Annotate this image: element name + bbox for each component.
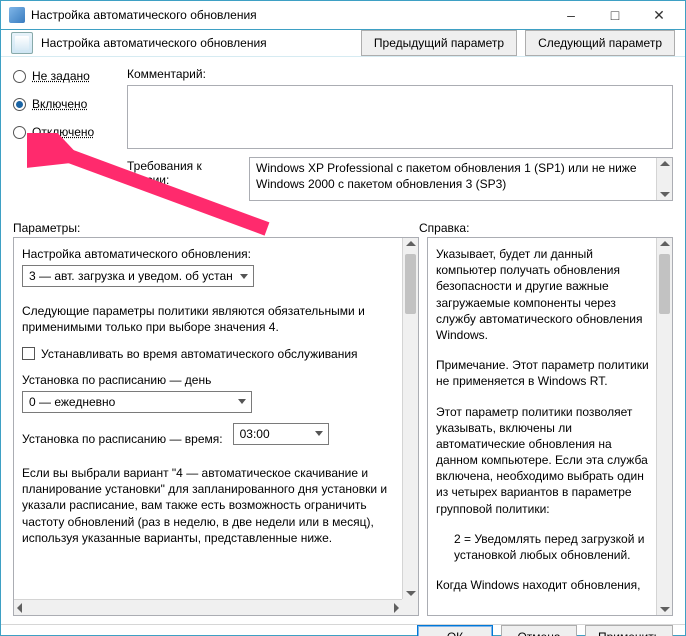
params-content: Настройка автоматического обновления: 3 … xyxy=(14,238,418,615)
schedule-day-combo[interactable]: 0 — ежедневно xyxy=(22,391,252,413)
window-controls: – □ ✕ xyxy=(549,1,681,29)
help-panel: Указывает, будет ли данный компьютер пол… xyxy=(427,237,673,616)
panels: Настройка автоматического обновления: 3 … xyxy=(13,237,673,616)
chevron-down-icon xyxy=(235,266,253,286)
help-option-2: 2 = Уведомлять перед загрузкой и установ… xyxy=(436,531,650,563)
schedule-time-label: Установка по расписанию — время: xyxy=(22,431,223,447)
radio-not-configured[interactable]: Не задано xyxy=(13,69,109,83)
scrollbar-thumb[interactable] xyxy=(659,254,670,314)
help-p2: Примечание. Этот параметр политики не пр… xyxy=(436,357,650,389)
radio-icon xyxy=(13,126,26,139)
dialog-footer: ОК Отмена Применить xyxy=(1,624,685,636)
minimize-button[interactable]: – xyxy=(549,1,593,29)
help-p3: Этот параметр политики позволяет указыва… xyxy=(436,404,650,517)
window-title: Настройка автоматического обновления xyxy=(31,8,549,22)
checkbox-label: Устанавливать во время автоматического о… xyxy=(41,346,358,362)
help-content: Указывает, будет ли данный компьютер пол… xyxy=(428,238,672,615)
policy-icon xyxy=(11,32,33,54)
params-heading: Параметры: xyxy=(13,221,419,235)
radio-enabled[interactable]: Включено xyxy=(13,97,109,111)
chevron-down-icon xyxy=(310,424,328,444)
version-label: Требования к версии: xyxy=(13,157,241,201)
top-row: Не задано Включено Отключено Комментарий… xyxy=(13,67,673,201)
cancel-button[interactable]: Отмена xyxy=(501,625,577,636)
titlebar: Настройка автоматического обновления – □… xyxy=(1,1,685,30)
scrollbar-thumb[interactable] xyxy=(405,254,416,314)
app-icon xyxy=(9,7,25,23)
combo-value: 3 — авт. загрузка и уведом. об устан xyxy=(29,268,233,284)
previous-setting-button[interactable]: Предыдущий параметр xyxy=(361,30,517,56)
help-p4: Когда Windows находит обновления, xyxy=(436,577,650,593)
radio-label: Не задано xyxy=(32,69,90,83)
comment-label: Комментарий: xyxy=(127,67,673,81)
body: Не задано Включено Отключено Комментарий… xyxy=(1,57,685,624)
panel-labels: Параметры: Справка: xyxy=(13,221,673,235)
version-text: Windows XP Professional с пакетом обновл… xyxy=(249,157,673,201)
help-heading: Справка: xyxy=(419,221,673,235)
combo-value: 03:00 xyxy=(240,426,270,442)
schedule-time-combo[interactable]: 03:00 xyxy=(233,423,329,445)
ok-button[interactable]: ОК xyxy=(417,625,493,636)
comment-textarea[interactable] xyxy=(127,85,673,149)
maximize-button[interactable]: □ xyxy=(593,1,637,29)
next-setting-button[interactable]: Следующий параметр xyxy=(525,30,675,56)
version-text-value: Windows XP Professional с пакетом обновл… xyxy=(256,161,637,191)
radio-label: Включено xyxy=(32,97,87,111)
update-mode-combo[interactable]: 3 — авт. загрузка и уведом. об устан xyxy=(22,265,254,287)
scrollbar-vertical[interactable] xyxy=(656,238,672,615)
params-footnote: Если вы выбрали вариант "4 — автоматичес… xyxy=(22,465,396,546)
scrollbar-horizontal[interactable] xyxy=(14,599,402,615)
mandatory-note: Следующие параметры политики являются об… xyxy=(22,303,396,335)
scrollbar-corner xyxy=(402,599,418,615)
params-panel: Настройка автоматического обновления: 3 … xyxy=(13,237,419,616)
scrollbar-vertical[interactable] xyxy=(656,158,672,200)
comment-column: Комментарий: Требования к версии: Window… xyxy=(127,67,673,201)
update-mode-label: Настройка автоматического обновления: xyxy=(22,246,396,262)
policy-title: Настройка автоматического обновления xyxy=(41,36,353,50)
toolbar: Настройка автоматического обновления Пре… xyxy=(1,30,685,57)
apply-button[interactable]: Применить xyxy=(585,625,673,636)
maintenance-checkbox[interactable]: Устанавливать во время автоматического о… xyxy=(22,346,396,362)
radio-disabled[interactable]: Отключено xyxy=(13,125,109,139)
close-button[interactable]: ✕ xyxy=(637,1,681,29)
policy-editor-window: Настройка автоматического обновления – □… xyxy=(0,0,686,636)
chevron-down-icon xyxy=(233,392,251,412)
checkbox-icon xyxy=(22,347,35,360)
radio-icon xyxy=(13,98,26,111)
radio-icon xyxy=(13,70,26,83)
radio-label: Отключено xyxy=(32,125,94,139)
help-p1: Указывает, будет ли данный компьютер пол… xyxy=(436,246,650,343)
combo-value: 0 — ежедневно xyxy=(29,394,115,410)
schedule-day-label: Установка по расписанию — день xyxy=(22,372,396,388)
scrollbar-vertical[interactable] xyxy=(402,238,418,599)
